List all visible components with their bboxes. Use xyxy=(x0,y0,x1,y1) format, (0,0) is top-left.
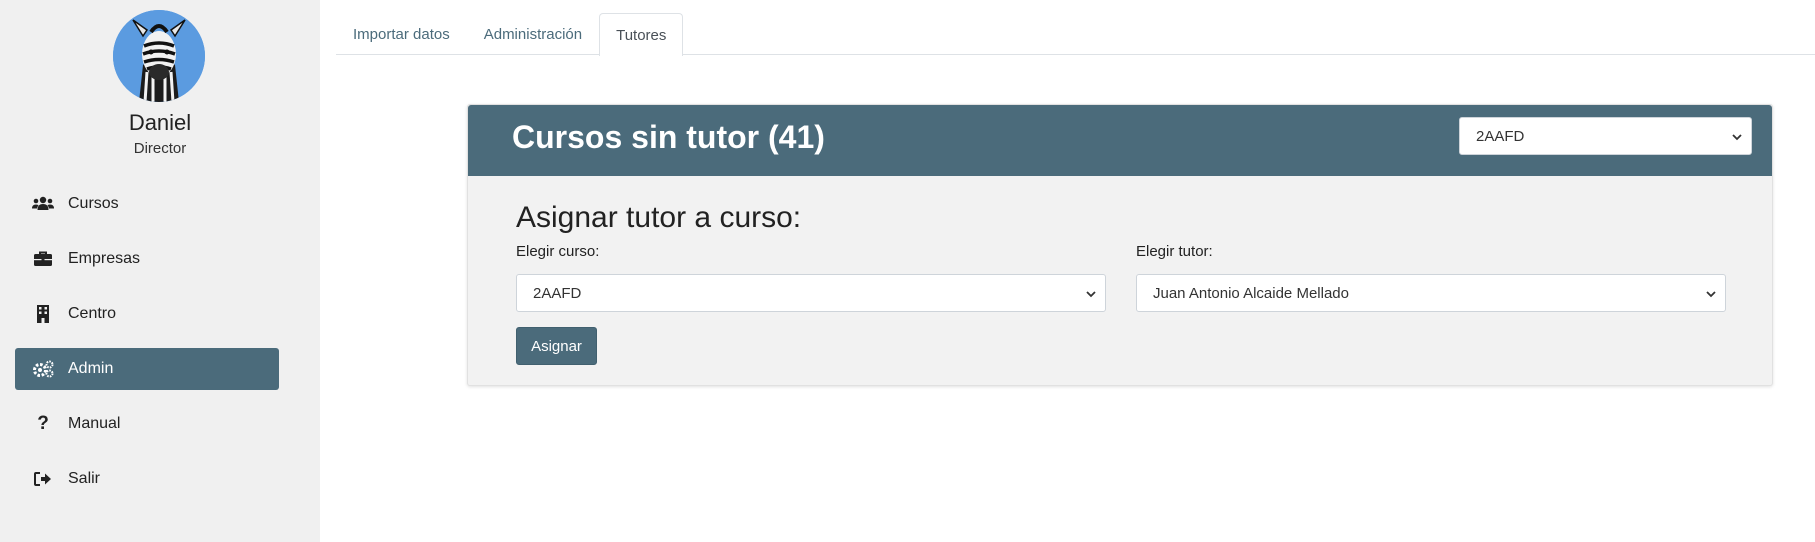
course-select-value: 2AAFD xyxy=(533,284,582,302)
tutor-select-value: Juan Antonio Alcaide Mellado xyxy=(1153,284,1349,302)
avatar xyxy=(113,10,205,102)
tutor-card: Cursos sin tutor (41) 2AAFD Asignar tuto… xyxy=(467,104,1773,386)
sidebar-item-label: Salir xyxy=(68,470,101,487)
briefcase-icon xyxy=(32,250,54,268)
user-role: Director xyxy=(133,140,187,157)
sidebar-item-manual[interactable]: ? Manual xyxy=(15,403,279,445)
sidebar-item-centro[interactable]: Centro xyxy=(15,293,279,335)
sidebar: Daniel Director Cursos Empresas Centro A… xyxy=(0,0,320,542)
building-icon xyxy=(32,305,54,323)
sidebar-item-admin[interactable]: Admin xyxy=(15,348,279,390)
sidebar-item-label: Admin xyxy=(68,360,114,377)
sidebar-item-label: Cursos xyxy=(68,195,119,212)
tab-importar-datos[interactable]: Importar datos xyxy=(336,13,467,55)
question-icon: ? xyxy=(37,413,49,434)
chevron-down-icon xyxy=(1732,134,1742,141)
tab-tutores[interactable]: Tutores xyxy=(599,13,684,56)
tab-administracion[interactable]: Administración xyxy=(467,13,599,55)
user-name: Daniel xyxy=(128,110,192,135)
chevron-down-icon xyxy=(1706,291,1716,298)
form-title: Asignar tutor a curso: xyxy=(516,201,802,234)
users-icon xyxy=(32,195,54,213)
cogs-icon xyxy=(32,360,54,378)
card-header: Cursos sin tutor (41) 2AAFD xyxy=(468,105,1772,176)
chevron-down-icon xyxy=(1086,291,1096,298)
sign-out-icon xyxy=(32,470,54,488)
sidebar-item-label: Centro xyxy=(68,305,117,322)
tutor-label: Elegir tutor: xyxy=(1136,243,1213,260)
sidebar-item-label: Empresas xyxy=(68,250,141,267)
zebra-avatar-image xyxy=(113,10,205,102)
course-label: Elegir curso: xyxy=(516,243,600,260)
header-select-value: 2AAFD xyxy=(1476,127,1525,145)
tutor-select[interactable]: Juan Antonio Alcaide Mellado xyxy=(1136,274,1726,312)
sidebar-item-cursos[interactable]: Cursos xyxy=(15,183,279,225)
header-course-select[interactable]: 2AAFD xyxy=(1459,117,1752,155)
tab-bar: Importar datos Administración Tutores xyxy=(336,13,1815,56)
sidebar-item-salir[interactable]: Salir xyxy=(15,458,279,500)
sidebar-item-label: Manual xyxy=(68,415,121,432)
sidebar-item-empresas[interactable]: Empresas xyxy=(15,238,279,280)
sidebar-nav: Cursos Empresas Centro Admin ? Manual Sa… xyxy=(15,183,279,513)
card-title: Cursos sin tutor (41) xyxy=(512,119,825,155)
assign-button[interactable]: Asignar xyxy=(516,327,597,365)
course-select[interactable]: 2AAFD xyxy=(516,274,1106,312)
